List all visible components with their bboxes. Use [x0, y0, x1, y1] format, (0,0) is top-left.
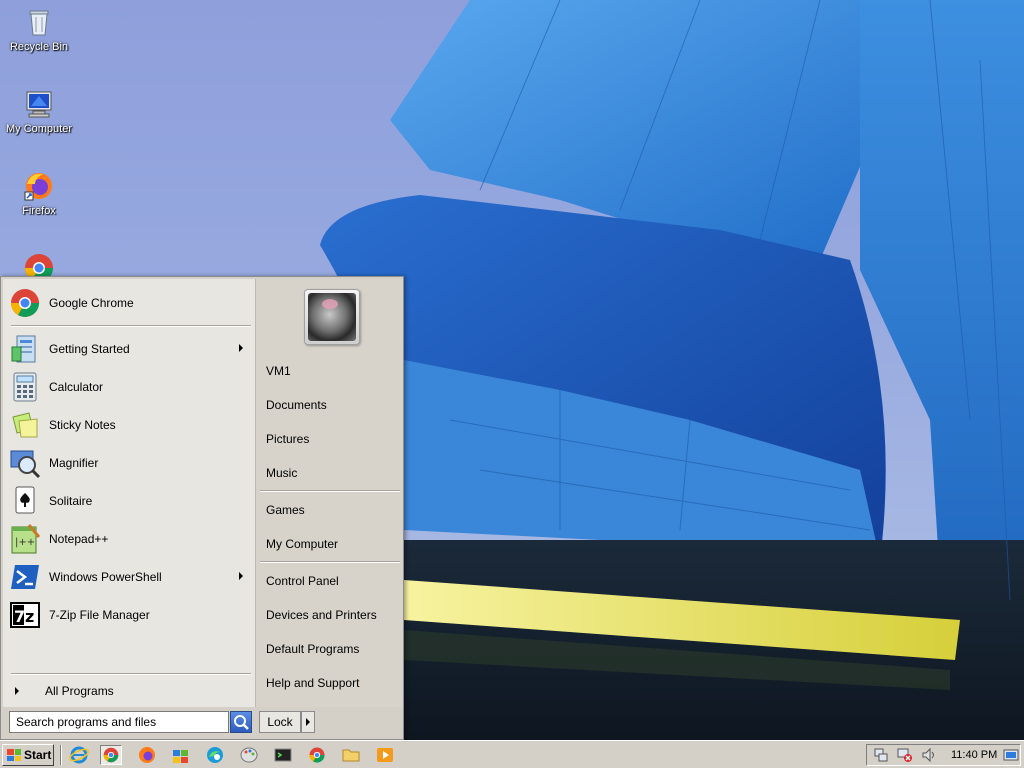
place-item-default-programs[interactable]: Default Programs	[266, 639, 396, 659]
start-item-windows-powershell[interactable]: Windows PowerShell	[9, 559, 249, 595]
start-menu-places-pane: VM1 Documents Pictures Music Games My Co…	[255, 279, 403, 707]
pinned-separator	[11, 325, 251, 327]
clock[interactable]: 11:40 PM	[951, 745, 997, 765]
firefox-icon	[23, 170, 55, 202]
chrome-icon	[103, 747, 119, 763]
network-icon[interactable]	[873, 747, 889, 763]
start-item-getting-started[interactable]: Getting Started	[9, 331, 249, 367]
all-programs-label: All Programs	[45, 684, 114, 698]
internet-explorer-icon[interactable]	[68, 745, 90, 765]
chevron-right-icon	[15, 687, 19, 695]
place-item-documents[interactable]: Documents	[266, 395, 396, 415]
chrome-alt-icon[interactable]	[306, 745, 328, 765]
desktop-icon-label: Firefox	[22, 205, 56, 217]
desktop-icon-my-computer[interactable]: My Computer	[0, 88, 78, 136]
place-item-my-computer[interactable]: My Computer	[266, 534, 396, 554]
svg-text:7: 7	[14, 607, 25, 626]
start-item-label: Solitaire	[49, 494, 93, 508]
submenu-arrow-icon	[239, 572, 243, 580]
start-item-magnifier[interactable]: Magnifier	[9, 445, 249, 481]
powershell-icon	[9, 561, 41, 593]
desktop-icon-label: Recycle Bin	[9, 41, 69, 53]
taskbar-separator	[60, 745, 62, 765]
user-account-picture[interactable]	[304, 289, 360, 345]
shutdown-options-button[interactable]	[301, 711, 315, 733]
start-item-label: Google Chrome	[49, 296, 134, 310]
start-item-solitaire[interactable]: Solitaire	[9, 483, 249, 519]
place-item-vm1[interactable]: VM1	[266, 361, 396, 381]
recycle-bin-icon	[23, 6, 55, 38]
place-item-music[interactable]: Music	[266, 463, 396, 483]
svg-text:z: z	[25, 607, 34, 626]
windows-logo-icon	[7, 749, 21, 761]
desktop-icon-recycle-bin[interactable]: Recycle Bin	[0, 6, 78, 54]
start-item-7zip-file-manager[interactable]: 7 z 7-Zip File Manager	[9, 597, 249, 633]
all-programs-separator	[11, 673, 251, 675]
windows-explorer-icon[interactable]	[170, 745, 192, 765]
lock-button[interactable]: Lock	[259, 711, 301, 733]
place-item-pictures[interactable]: Pictures	[266, 429, 396, 449]
start-button[interactable]: Start	[2, 744, 54, 766]
taskbar: Start 11:40 PM	[0, 740, 1024, 768]
start-item-label: 7-Zip File Manager	[49, 608, 150, 622]
places-separator	[260, 561, 400, 563]
search-icon	[234, 715, 249, 730]
start-item-label: Notepad++	[49, 532, 109, 546]
sticky-notes-icon	[9, 409, 41, 441]
terminal-icon[interactable]	[272, 745, 294, 765]
submenu-arrow-icon	[239, 344, 243, 352]
notepad-plus-plus-icon: |++	[9, 523, 41, 555]
start-item-label: Magnifier	[49, 456, 99, 470]
folder-icon[interactable]	[340, 745, 362, 765]
solitaire-icon	[9, 485, 41, 517]
place-item-games[interactable]: Games	[266, 500, 396, 520]
start-item-label: Windows PowerShell	[49, 570, 162, 584]
all-programs-button[interactable]: All Programs	[11, 681, 249, 701]
search-button[interactable]	[230, 711, 252, 733]
network-error-icon[interactable]	[897, 747, 913, 763]
place-item-help-and-support[interactable]: Help and Support	[266, 673, 396, 693]
chrome-taskbar-button[interactable]	[100, 745, 122, 765]
start-menu-programs-pane: Google Chrome Getting Started Calculator…	[3, 279, 255, 707]
getting-started-icon	[9, 333, 41, 365]
volume-icon[interactable]	[921, 747, 937, 763]
computer-icon	[23, 88, 55, 120]
start-item-google-chrome[interactable]: Google Chrome	[9, 285, 249, 321]
chrome-icon	[9, 287, 41, 319]
start-menu: Google Chrome Getting Started Calculator…	[0, 276, 404, 740]
svg-text:|++: |++	[15, 537, 35, 548]
start-item-calculator[interactable]: Calculator	[9, 369, 249, 405]
show-desktop-icon[interactable]	[1003, 747, 1019, 763]
7zip-icon: 7 z	[9, 599, 41, 631]
start-item-sticky-notes[interactable]: Sticky Notes	[9, 407, 249, 443]
edge-icon[interactable]	[204, 745, 226, 765]
start-menu-bottom-bar: Search programs and files Lock	[3, 707, 403, 739]
media-player-icon[interactable]	[374, 745, 396, 765]
firefox-icon[interactable]	[136, 745, 158, 765]
start-item-label: Calculator	[49, 380, 104, 394]
desktop-icon-firefox[interactable]: Firefox	[0, 170, 78, 218]
user-avatar-icon	[308, 293, 356, 341]
magnifier-icon	[9, 447, 41, 479]
start-item-label: Sticky Notes	[49, 418, 116, 432]
paint-icon[interactable]	[238, 745, 260, 765]
search-input[interactable]: Search programs and files	[9, 711, 229, 733]
system-tray: 11:40 PM	[866, 744, 1021, 766]
places-separator	[260, 490, 400, 492]
place-item-devices-and-printers[interactable]: Devices and Printers	[266, 605, 396, 625]
desktop-icon-label: My Computer	[5, 123, 73, 135]
start-item-notepad-plus-plus[interactable]: |++ Notepad++	[9, 521, 249, 557]
start-label: Start	[24, 748, 52, 762]
calculator-icon	[9, 371, 41, 403]
start-item-label: Getting Started	[49, 342, 130, 356]
place-item-control-panel[interactable]: Control Panel	[266, 571, 396, 591]
